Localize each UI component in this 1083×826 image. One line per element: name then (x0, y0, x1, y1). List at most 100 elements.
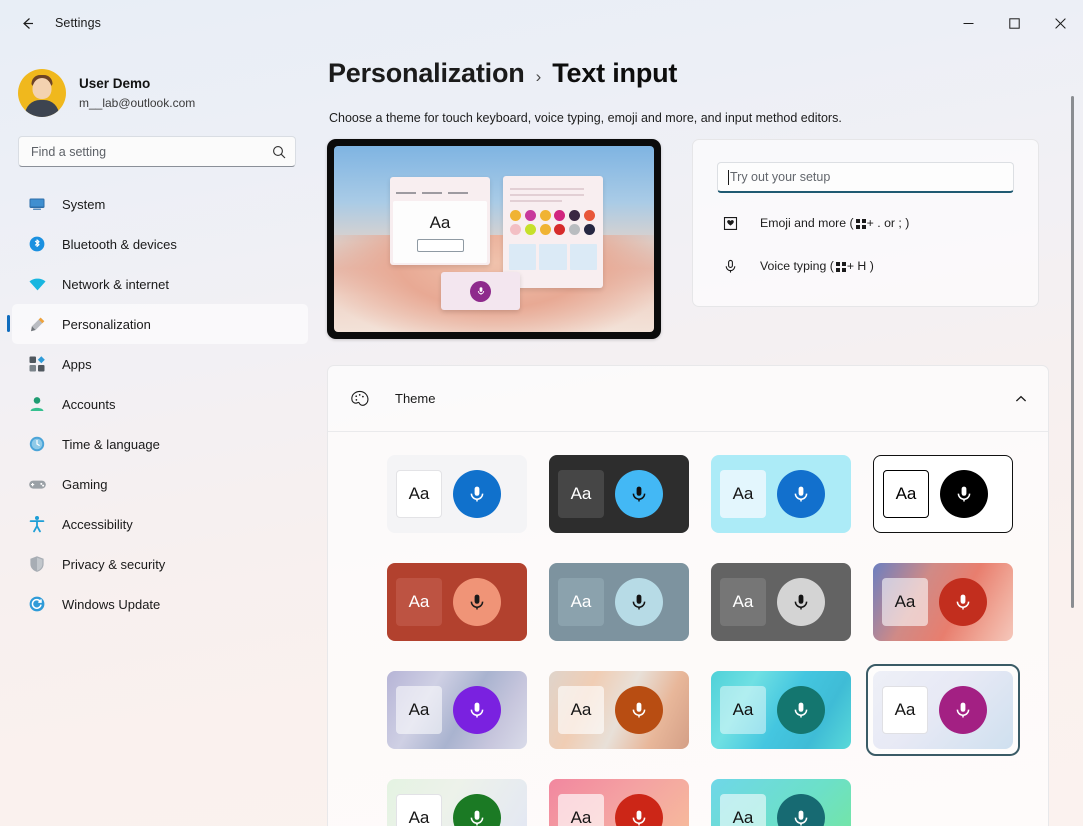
theme-tile-swatch: Aa (711, 671, 851, 749)
voice-typing-label: Voice typing ( + H ) (760, 259, 874, 273)
theme-tile-aa-preview: Aa (396, 470, 442, 518)
theme-tile-lavender[interactable]: Aa (380, 664, 534, 756)
text-input-theme-preview: Aa (327, 139, 661, 339)
sidebar-item-label: Accounts (62, 396, 116, 412)
sidebar-item-gaming[interactable]: Gaming (12, 464, 308, 504)
sidebar-item-label: Privacy & security (62, 556, 166, 572)
theme-tile-pink-coral[interactable]: Aa (542, 772, 696, 826)
try-out-input-box[interactable] (717, 162, 1014, 193)
theme-tile-brick-red[interactable]: Aa (380, 556, 534, 648)
search-input[interactable] (31, 144, 272, 159)
breadcrumb: Personalization › Text input (328, 58, 1083, 89)
theme-tile-aa-preview: Aa (558, 686, 604, 734)
theme-section-title: Theme (395, 391, 436, 406)
settings-window: Settings User Demo m__lab@outlook.com Fi… (0, 0, 1083, 826)
sidebar-item-label: Windows Update (62, 596, 161, 612)
preview-keyboard-window: Aa (390, 177, 490, 265)
microphone-icon (777, 686, 825, 734)
microphone-icon (615, 578, 663, 626)
theme-section-header[interactable]: Theme (328, 366, 1048, 432)
page-description: Choose a theme for touch keyboard, voice… (329, 111, 842, 125)
sidebar-item-apps[interactable]: Apps (12, 344, 308, 384)
voice-typing-row[interactable]: Voice typing ( + H ) (717, 253, 1014, 279)
win-key-icon (855, 218, 866, 229)
sidebar-item-label: Network & internet (62, 276, 169, 292)
theme-tile-gray[interactable]: Aa (704, 556, 858, 648)
sidebar-item-label: Apps (62, 356, 92, 372)
theme-tile-peach[interactable]: Aa (542, 664, 696, 756)
microphone-icon (470, 280, 491, 302)
theme-tile-magenta[interactable]: Aa (866, 664, 1020, 756)
microphone-icon (615, 470, 663, 518)
back-arrow-icon[interactable] (10, 8, 44, 38)
accessibility-person-icon (26, 513, 48, 535)
sidebar-nav: System Bluetooth & devices Network & int… (0, 184, 320, 624)
chevron-up-icon[interactable] (1014, 392, 1028, 406)
sidebar: User Demo m__lab@outlook.com System (0, 46, 320, 826)
microphone-icon (453, 686, 501, 734)
main-content: Personalization › Text input Choose a th… (320, 46, 1083, 826)
sidebar-item-windows-update[interactable]: Windows Update (12, 584, 308, 624)
sidebar-item-bluetooth-devices[interactable]: Bluetooth & devices (12, 224, 308, 264)
theme-tile-swatch: Aa (549, 671, 689, 749)
theme-tile-aqua-green[interactable]: Aa (704, 772, 858, 826)
emoji-label-after: + . or ; ) (866, 216, 910, 230)
emoji-and-more-row[interactable]: Emoji and more ( + . or ; ) (717, 210, 1014, 236)
gamepad-icon (26, 473, 48, 495)
sidebar-item-personalization[interactable]: Personalization (7, 304, 308, 344)
theme-tile-aa-preview: Aa (883, 470, 929, 518)
apps-grid-icon (26, 353, 48, 375)
sidebar-item-accessibility[interactable]: Accessibility (12, 504, 308, 544)
voice-label-before: Voice typing ( (760, 259, 834, 273)
theme-tile-swatch: Aa (711, 779, 851, 826)
avatar (18, 69, 66, 117)
search-box[interactable] (18, 136, 296, 167)
theme-tile-light[interactable]: Aa (380, 448, 534, 540)
top-row: Aa Try out your setup Emoji and more (+… (327, 139, 1083, 339)
theme-tile-aa-preview: Aa (720, 794, 766, 826)
theme-tile-swatch: Aa (711, 455, 851, 533)
microphone-icon (615, 794, 663, 826)
theme-tile-dark[interactable]: Aa (542, 448, 696, 540)
palette-icon (346, 385, 374, 413)
theme-tile-teal-crystal[interactable]: Aa (704, 664, 858, 756)
theme-tile-aa-preview: Aa (720, 578, 766, 626)
preview-text-field (416, 238, 464, 252)
microphone-icon (453, 794, 501, 826)
monitor-icon (26, 193, 48, 215)
theme-tile-swatch: Aa (387, 671, 527, 749)
sidebar-item-label: System (62, 196, 106, 212)
sidebar-item-accounts[interactable]: Accounts (12, 384, 308, 424)
theme-tile-high-contrast[interactable]: Aa (866, 448, 1020, 540)
theme-tile-mint-green[interactable]: Aa (380, 772, 534, 826)
close-icon[interactable] (1037, 0, 1083, 46)
theme-tile-swatch: Aa (711, 563, 851, 641)
theme-tiles-grid: Aa Aa Aa Aa Aa Aa Aa Aa Aa Aa Aa Aa Aa Aa Aa (328, 432, 1048, 826)
microphone-icon (453, 578, 501, 626)
microphone-icon (777, 470, 825, 518)
theme-tile-swatch: Aa (387, 779, 527, 826)
sidebar-item-time-language[interactable]: Time & language (12, 424, 308, 464)
vertical-scrollbar[interactable] (1067, 46, 1079, 826)
account-name: User Demo (79, 76, 151, 92)
window-title: Settings (55, 16, 101, 30)
theme-tile-sunset[interactable]: Aa (866, 556, 1020, 648)
person-icon (26, 393, 48, 415)
microphone-icon (777, 578, 825, 626)
theme-tile-swatch: Aa (387, 455, 527, 533)
theme-tile-ice-blue[interactable]: Aa (704, 448, 858, 540)
window-controls (945, 0, 1083, 46)
sidebar-item-system[interactable]: System (12, 184, 308, 224)
sidebar-item-network-internet[interactable]: Network & internet (12, 264, 308, 304)
theme-tile-swatch: Aa (549, 455, 689, 533)
maximize-icon[interactable] (991, 0, 1037, 46)
try-out-input[interactable] (730, 170, 1003, 184)
sidebar-item-privacy-security[interactable]: Privacy & security (12, 544, 308, 584)
account-header[interactable]: User Demo m__lab@outlook.com (0, 46, 320, 128)
scrollbar-thumb[interactable] (1071, 96, 1074, 608)
microphone-icon (939, 578, 987, 626)
minimize-icon[interactable] (945, 0, 991, 46)
theme-tile-slate-blue[interactable]: Aa (542, 556, 696, 648)
breadcrumb-parent[interactable]: Personalization (328, 58, 525, 89)
theme-tile-aa-preview: Aa (882, 686, 928, 734)
